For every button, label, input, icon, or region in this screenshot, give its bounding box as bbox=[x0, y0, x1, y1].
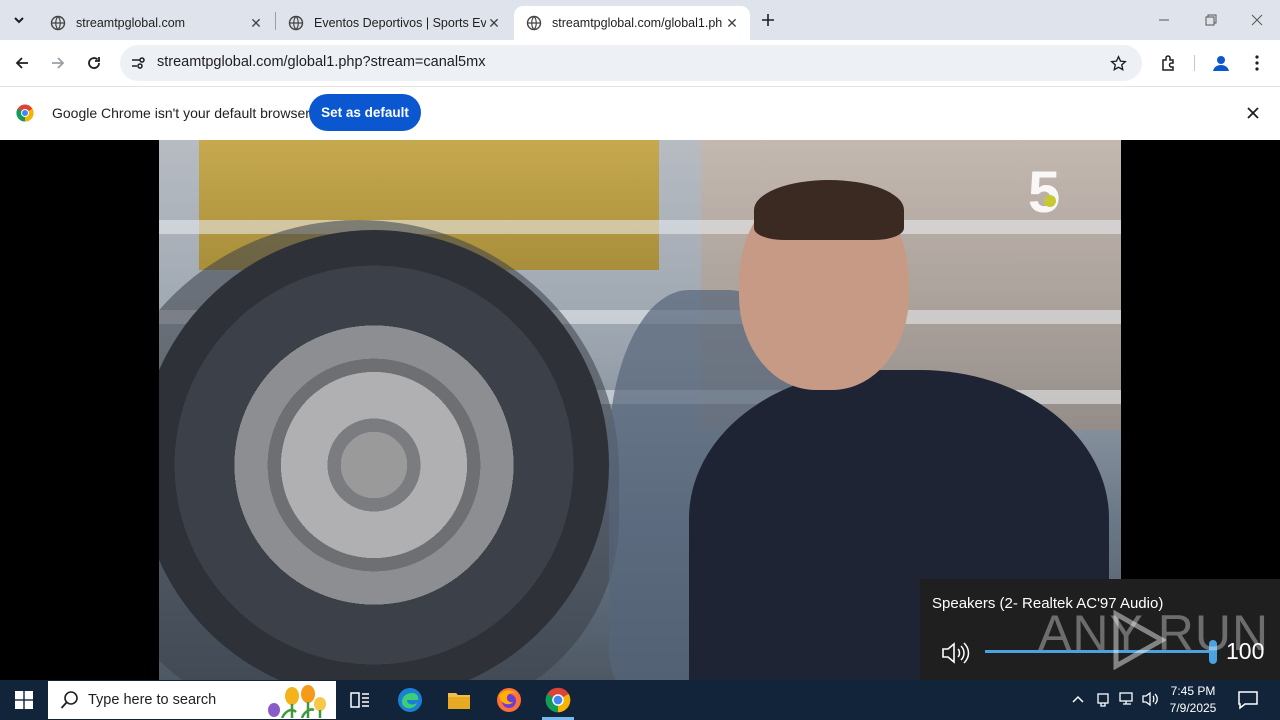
channel-logo: 5 bbox=[1028, 160, 1061, 225]
plus-icon bbox=[762, 14, 774, 26]
chrome-logo-icon bbox=[16, 104, 34, 122]
globe-icon bbox=[50, 15, 66, 31]
screen: streamtpglobal.com ✕ Eventos Deportivos … bbox=[0, 0, 1280, 720]
start-button[interactable] bbox=[0, 680, 48, 720]
tab-title: streamtpglobal.com bbox=[76, 16, 186, 30]
reload-button[interactable] bbox=[80, 49, 108, 77]
search-highlight-flowers-icon bbox=[268, 685, 326, 718]
speaker-icon bbox=[1142, 691, 1158, 707]
globe-icon bbox=[526, 15, 542, 31]
tab-streamtp[interactable]: streamtpglobal.com ✕ bbox=[38, 6, 274, 40]
chrome-icon bbox=[545, 687, 571, 713]
back-icon bbox=[15, 57, 28, 69]
chevron-up-icon bbox=[1072, 695, 1084, 703]
edge-taskbar-button[interactable] bbox=[386, 680, 434, 720]
taskbar-clock[interactable]: 7:45 PM 7/9/2025 bbox=[1160, 683, 1226, 717]
reload-icon bbox=[88, 57, 100, 69]
notification-center-icon[interactable] bbox=[1236, 688, 1260, 712]
anyrun-play-logo bbox=[1113, 610, 1166, 670]
tab-global1-active[interactable]: streamtpglobal.com/global1.ph ✕ bbox=[514, 6, 750, 40]
network-button[interactable] bbox=[1118, 690, 1136, 708]
tab-search-icon bbox=[14, 17, 24, 24]
new-tab-button[interactable] bbox=[756, 8, 780, 32]
restore-icon bbox=[1205, 14, 1217, 26]
close-icon bbox=[1251, 14, 1263, 26]
clock-time: 7:45 PM bbox=[1170, 684, 1216, 698]
forward-icon bbox=[52, 57, 65, 69]
infobar-close-button[interactable] bbox=[1244, 104, 1262, 122]
taskbar-search-placeholder[interactable]: Type here to search bbox=[88, 692, 216, 708]
firefox-taskbar-button[interactable] bbox=[485, 680, 533, 720]
set-as-default-button[interactable]: Set as default bbox=[309, 94, 421, 131]
network-icon bbox=[1119, 692, 1133, 705]
channel-logo-dot bbox=[1044, 195, 1056, 207]
chrome-taskbar-button[interactable] bbox=[534, 680, 582, 720]
tray-device-button[interactable] bbox=[1094, 690, 1112, 708]
site-info-button[interactable] bbox=[128, 53, 148, 73]
extensions-button[interactable] bbox=[1155, 49, 1183, 77]
globe-icon bbox=[288, 15, 304, 31]
task-view-icon bbox=[350, 692, 369, 708]
close-icon[interactable]: ✕ bbox=[248, 15, 264, 31]
tab-title: Eventos Deportivos | Sports Eve bbox=[314, 16, 486, 30]
firefox-icon bbox=[497, 688, 521, 712]
back-button[interactable] bbox=[8, 49, 36, 77]
show-hidden-icons-button[interactable] bbox=[1069, 690, 1087, 708]
volume-tray-button[interactable] bbox=[1142, 690, 1160, 708]
search-icon bbox=[60, 691, 78, 709]
task-view-button[interactable] bbox=[336, 680, 384, 720]
device-icon bbox=[1097, 693, 1109, 707]
tab-eventos-deportivos[interactable]: Eventos Deportivos | Sports Eve ✕ bbox=[276, 6, 512, 40]
file-explorer-icon bbox=[448, 693, 470, 709]
profile-button[interactable] bbox=[1207, 49, 1235, 77]
minimize-button[interactable] bbox=[1141, 0, 1187, 40]
kebab-menu-icon bbox=[1255, 55, 1259, 71]
minimize-icon bbox=[1159, 19, 1169, 21]
close-icon[interactable]: ✕ bbox=[486, 15, 502, 31]
clock-date: 7/9/2025 bbox=[1169, 701, 1217, 715]
tab-title: streamtpglobal.com/global1.ph bbox=[552, 16, 723, 30]
site-info-icon bbox=[132, 57, 145, 69]
bookmark-star-icon bbox=[1109, 54, 1127, 71]
windows-logo-icon bbox=[15, 691, 33, 709]
close-icon bbox=[1247, 107, 1259, 119]
chrome-menu-button[interactable] bbox=[1243, 49, 1271, 77]
file-explorer-taskbar-button[interactable] bbox=[435, 680, 483, 720]
edge-icon bbox=[398, 688, 422, 712]
video-scene-person-hair bbox=[754, 180, 904, 240]
tab-search-button[interactable] bbox=[6, 7, 32, 33]
close-icon[interactable]: ✕ bbox=[724, 15, 740, 31]
profile-icon bbox=[1213, 56, 1229, 71]
extensions-icon bbox=[1162, 55, 1174, 71]
infobar-message: Google Chrome isn't your default browser bbox=[52, 105, 310, 121]
restore-button[interactable] bbox=[1188, 0, 1234, 40]
bookmark-button[interactable] bbox=[1106, 51, 1130, 75]
speaker-icon[interactable] bbox=[940, 640, 970, 666]
toolbar-divider bbox=[1194, 55, 1195, 71]
address-bar-url[interactable]: streamtpglobal.com/global1.php?stream=ca… bbox=[157, 54, 485, 70]
forward-button[interactable] bbox=[44, 49, 72, 77]
close-window-button[interactable] bbox=[1234, 0, 1280, 40]
